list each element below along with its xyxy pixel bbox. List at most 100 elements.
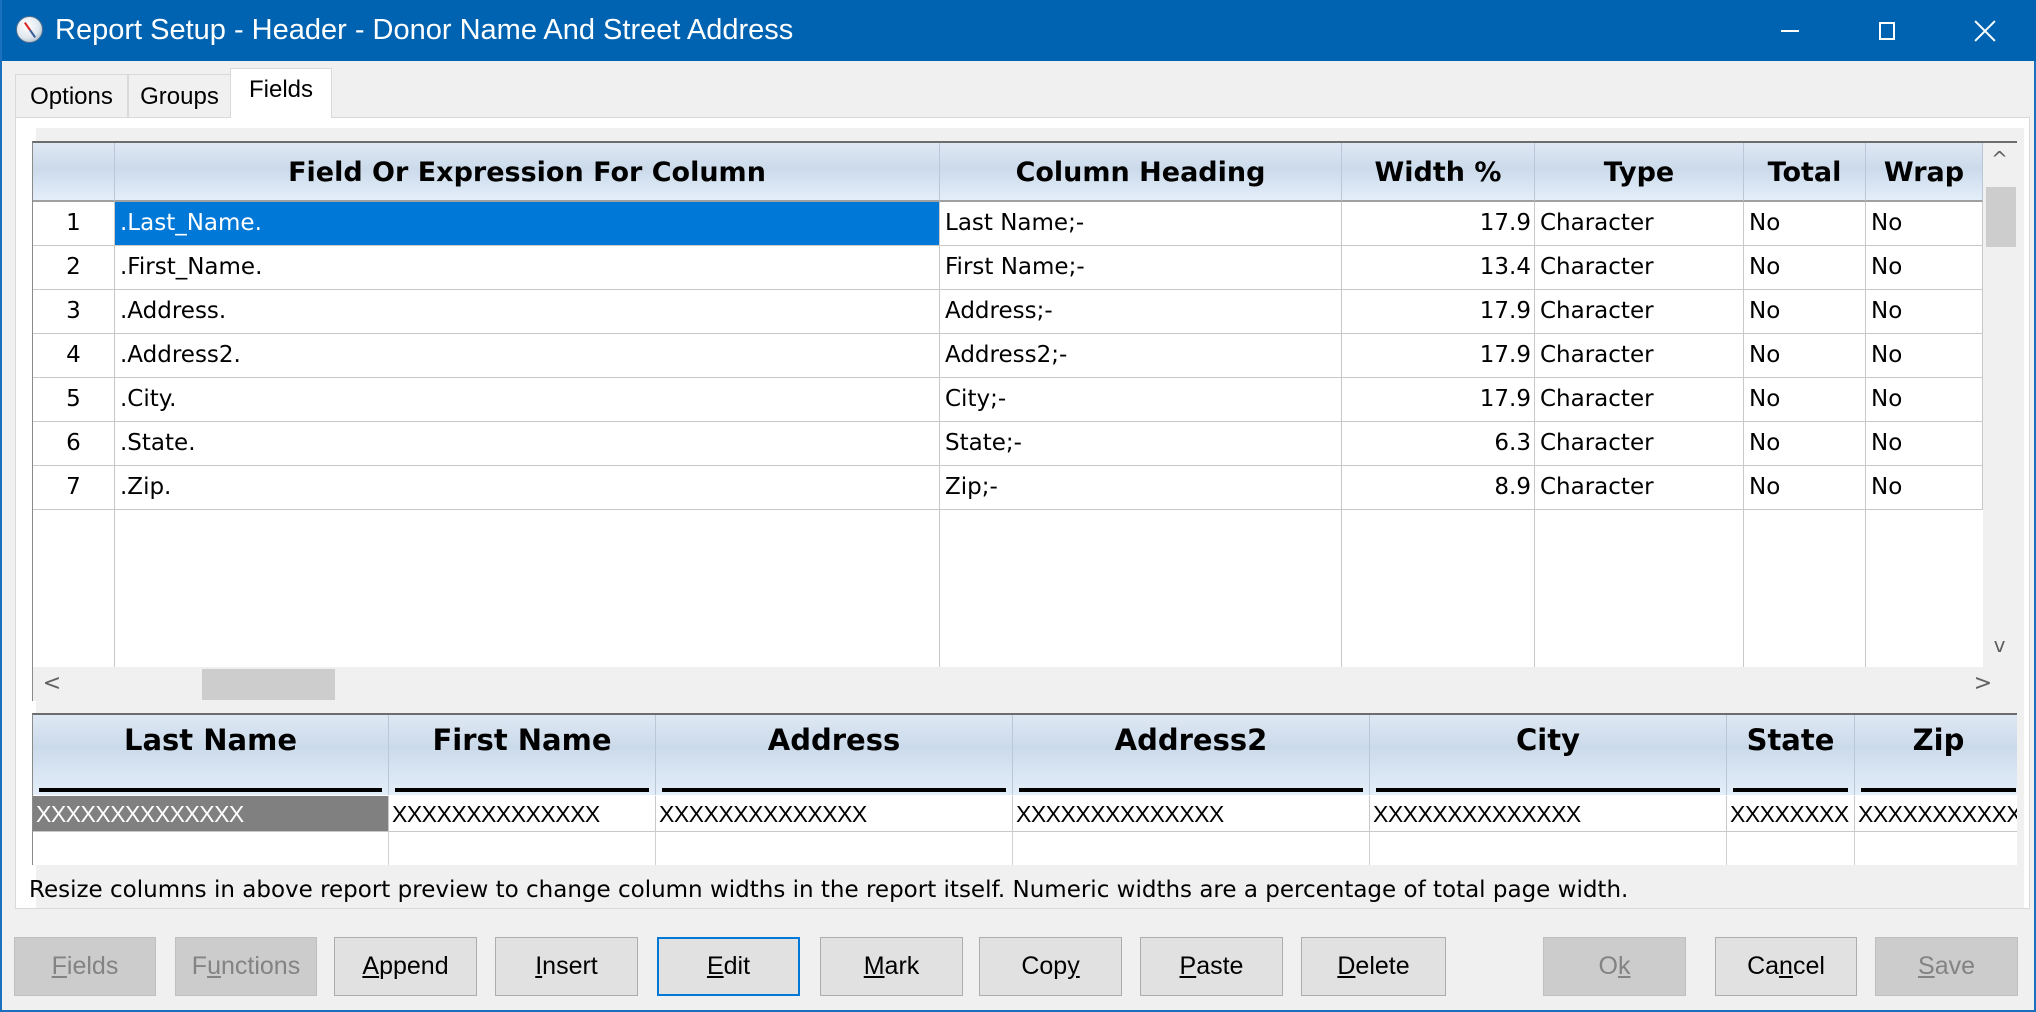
cell-total[interactable]: No — [1744, 422, 1866, 466]
cell-column-heading[interactable]: Address2;- — [940, 334, 1342, 378]
copy-button[interactable]: Copy — [979, 937, 1122, 996]
scroll-right-icon[interactable]: > — [1968, 667, 1998, 701]
save-button[interactable]: Save — [1875, 937, 2018, 996]
cell-width-percent[interactable]: 17.9 — [1342, 334, 1535, 378]
close-button[interactable] — [1945, 0, 2025, 61]
cell-column-heading[interactable]: First Name;- — [940, 246, 1342, 290]
scroll-up-icon[interactable]: ^ — [1983, 143, 2016, 176]
preview-sample-cell[interactable]: XXXXXXXX — [1727, 796, 1855, 832]
cell-wrap[interactable]: No — [1866, 334, 1983, 378]
preview-column-header[interactable]: Last Name — [33, 715, 389, 795]
cell-field-expression[interactable]: .Address2. — [115, 334, 940, 378]
cell-field-type[interactable]: Character — [1535, 246, 1744, 290]
help-text: Resize columns in above report preview t… — [29, 877, 1629, 903]
insert-button[interactable]: Insert — [495, 937, 638, 996]
cell-width-percent[interactable]: 17.9 — [1342, 202, 1535, 246]
cell-row-number[interactable]: 2 — [33, 246, 115, 290]
cell-wrap[interactable]: No — [1866, 246, 1983, 290]
cell-total[interactable]: No — [1744, 246, 1866, 290]
column-header-row-number[interactable] — [33, 143, 115, 202]
column-header-width-percent[interactable]: Width % — [1342, 143, 1535, 202]
scroll-left-icon[interactable]: < — [37, 667, 67, 701]
horizontal-scrollbar[interactable]: < > — [33, 667, 2015, 701]
column-header-field-type[interactable]: Type — [1535, 143, 1744, 202]
cell-width-percent[interactable]: 6.3 — [1342, 422, 1535, 466]
cell-wrap[interactable]: No — [1866, 422, 1983, 466]
vertical-scroll-thumb[interactable] — [1986, 187, 2016, 247]
cancel-button[interactable]: Cancel — [1715, 937, 1857, 996]
functions-button[interactable]: Functions — [175, 937, 317, 996]
cell-field-expression[interactable]: .First_Name. — [115, 246, 940, 290]
cell-field-type[interactable]: Character — [1535, 334, 1744, 378]
cell-field-expression[interactable]: .State. — [115, 422, 940, 466]
fields-button[interactable]: Fields — [14, 937, 156, 996]
preview-sample-cell[interactable]: XXXXXXXXXXXXXX — [1013, 796, 1370, 832]
cell-row-number[interactable]: 4 — [33, 334, 115, 378]
preview-sample-cell[interactable]: XXXXXXXXXXXXXX — [1370, 796, 1727, 832]
preview-column-header[interactable]: Address — [656, 715, 1013, 795]
cell-total[interactable]: No — [1744, 290, 1866, 334]
cell-column-heading[interactable]: Zip;- — [940, 466, 1342, 510]
cell-wrap[interactable]: No — [1866, 466, 1983, 510]
cell-field-type[interactable]: Character — [1535, 202, 1744, 246]
cell-row-number[interactable]: 5 — [33, 378, 115, 422]
cell-row-number[interactable]: 1 — [33, 202, 115, 246]
cell-row-number[interactable]: 6 — [33, 422, 115, 466]
cell-total[interactable]: No — [1744, 466, 1866, 510]
tab-fields[interactable]: Fields — [230, 68, 332, 118]
heading-underline — [1733, 788, 1848, 792]
cell-field-type[interactable]: Character — [1535, 466, 1744, 510]
cell-column-heading[interactable]: Last Name;- — [940, 202, 1342, 246]
cell-field-expression[interactable]: .City. — [115, 378, 940, 422]
cell-column-heading[interactable]: State;- — [940, 422, 1342, 466]
edit-button[interactable]: Edit — [657, 937, 800, 996]
title-bar: Report Setup - Header - Donor Name And S… — [2, 0, 2036, 61]
cell-width-percent[interactable]: 17.9 — [1342, 290, 1535, 334]
preview-column-header[interactable]: Zip — [1855, 715, 2017, 795]
paste-button[interactable]: Paste — [1140, 937, 1283, 996]
cell-field-type[interactable]: Character — [1535, 422, 1744, 466]
preview-sample-cell[interactable]: XXXXXXXXXXXXXX — [656, 796, 1013, 832]
preview-column-header[interactable]: Address2 — [1013, 715, 1370, 795]
minimize-button[interactable] — [1750, 0, 1830, 61]
cell-field-type[interactable]: Character — [1535, 378, 1744, 422]
tab-groups[interactable]: Groups — [128, 74, 231, 117]
preview-column-header[interactable]: First Name — [389, 715, 656, 795]
cell-field-expression[interactable]: .Zip. — [115, 466, 940, 510]
cell-wrap[interactable]: No — [1866, 290, 1983, 334]
cell-row-number[interactable]: 3 — [33, 290, 115, 334]
maximize-button[interactable] — [1847, 0, 1927, 61]
cell-field-type[interactable]: Character — [1535, 290, 1744, 334]
ok-button[interactable]: Ok — [1543, 937, 1686, 996]
cell-width-percent[interactable]: 8.9 — [1342, 466, 1535, 510]
scroll-down-icon[interactable]: v — [1983, 629, 2016, 662]
preview-heading-label: Address2 — [1114, 723, 1268, 757]
column-header-total[interactable]: Total — [1744, 143, 1866, 202]
cell-total[interactable]: No — [1744, 334, 1866, 378]
preview-sample-cell[interactable]: XXXXXXXXXXXXXX — [33, 796, 389, 832]
horizontal-scroll-thumb[interactable] — [202, 669, 335, 700]
column-header-column-heading[interactable]: Column Heading — [940, 143, 1342, 202]
column-header-wrap[interactable]: Wrap — [1866, 143, 1983, 202]
column-header-field-expression[interactable]: Field Or Expression For Column — [115, 143, 940, 202]
cell-wrap[interactable]: No — [1866, 378, 1983, 422]
cell-width-percent[interactable]: 17.9 — [1342, 378, 1535, 422]
cell-total[interactable]: No — [1744, 202, 1866, 246]
preview-column-header[interactable]: State — [1727, 715, 1855, 795]
cell-field-expression[interactable]: .Address. — [115, 290, 940, 334]
vertical-scrollbar[interactable]: ^ v — [1983, 143, 2016, 667]
cell-width-percent[interactable]: 13.4 — [1342, 246, 1535, 290]
cell-column-heading[interactable]: Address;- — [940, 290, 1342, 334]
append-button[interactable]: Append — [334, 937, 477, 996]
tab-options[interactable]: Options — [15, 74, 128, 117]
cell-field-expression[interactable]: .Last_Name. — [115, 202, 940, 246]
cell-row-number[interactable]: 7 — [33, 466, 115, 510]
cell-total[interactable]: No — [1744, 378, 1866, 422]
delete-button[interactable]: Delete — [1301, 937, 1446, 996]
cell-column-heading[interactable]: City;- — [940, 378, 1342, 422]
preview-sample-cell[interactable]: XXXXXXXXXXXXXX — [389, 796, 656, 832]
preview-sample-cell[interactable]: XXXXXXXXXXXX — [1855, 796, 2017, 832]
cell-wrap[interactable]: No — [1866, 202, 1983, 246]
mark-button[interactable]: Mark — [820, 937, 963, 996]
preview-column-header[interactable]: City — [1370, 715, 1727, 795]
